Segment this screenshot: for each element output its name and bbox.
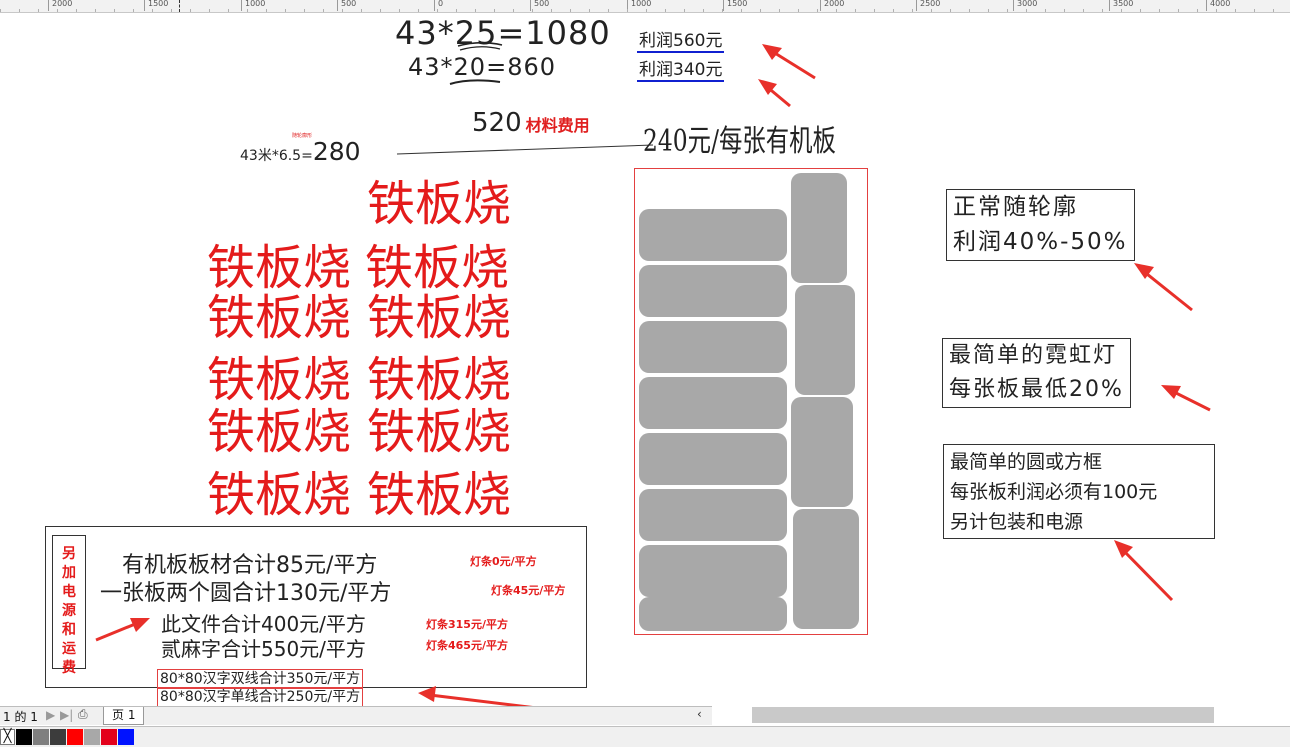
page-count: 1 的 1 bbox=[3, 710, 38, 724]
color-swatch[interactable] bbox=[50, 729, 66, 745]
color-swatch[interactable] bbox=[67, 729, 83, 745]
color-swatch[interactable] bbox=[84, 729, 100, 745]
last-page-icon[interactable]: ▶| bbox=[60, 708, 73, 722]
color-palette: ╳ bbox=[0, 726, 1290, 747]
no-color-swatch[interactable]: ╳ bbox=[0, 729, 15, 745]
color-swatch[interactable] bbox=[118, 729, 134, 745]
color-swatch[interactable] bbox=[16, 729, 32, 745]
annotation-arrows bbox=[95, 44, 1211, 714]
arrow-icon bbox=[95, 44, 1211, 714]
color-swatch[interactable] bbox=[101, 729, 117, 745]
add-page-icon[interactable]: ⎙ bbox=[78, 707, 88, 722]
horizontal-scrollbar[interactable] bbox=[752, 707, 1214, 723]
tab-page-1[interactable]: 页 1 bbox=[103, 707, 145, 725]
color-swatch[interactable] bbox=[33, 729, 49, 745]
next-page-icon[interactable]: ▶ bbox=[46, 708, 55, 722]
scroll-left-button[interactable]: ‹ bbox=[697, 707, 702, 721]
document-navigator-bar: 1 的 1 ▶ ▶| ⎙ 页 1 ‹ bbox=[0, 706, 712, 725]
